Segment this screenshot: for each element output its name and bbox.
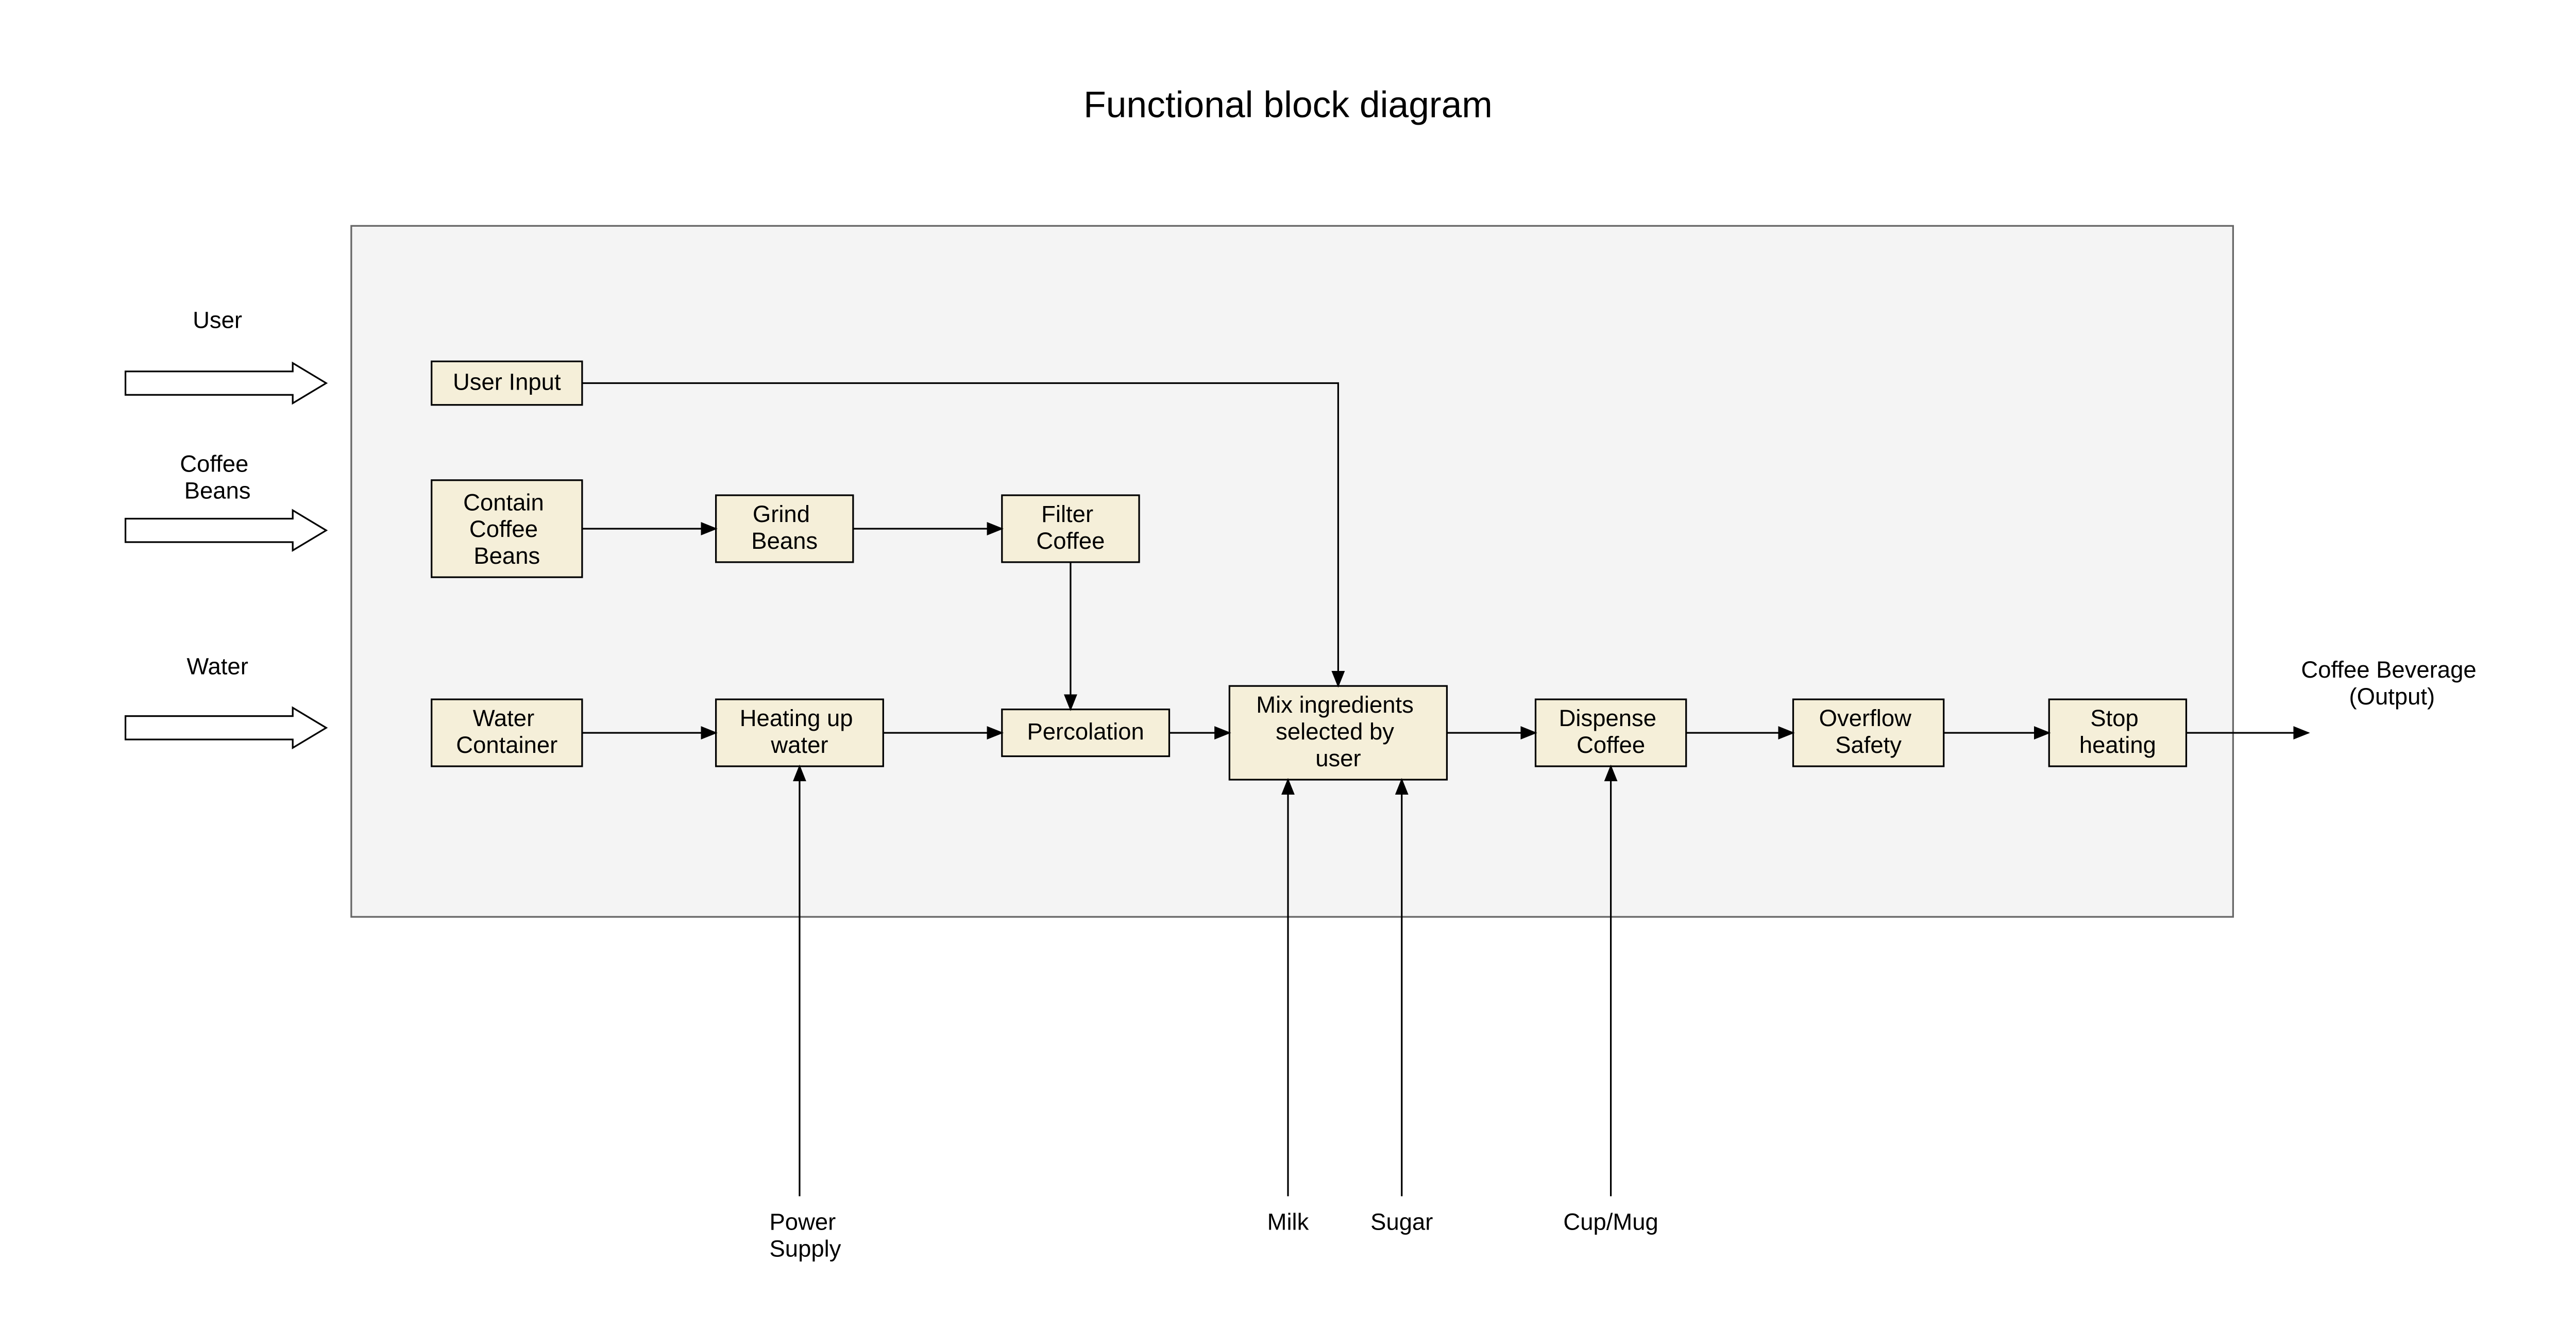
- block-filter-coffee-label: Filter Coffee: [1036, 501, 1105, 554]
- input-sugar-label: Sugar: [1370, 1208, 1433, 1235]
- input-user-label: User: [193, 307, 242, 333]
- system-boundary: [351, 226, 2233, 917]
- output-label: Coffee Beverage (Output): [2301, 657, 2483, 710]
- input-water-label: Water: [187, 653, 248, 679]
- input-power-label: Power Supply: [770, 1208, 842, 1261]
- input-user-arrow: [126, 363, 327, 403]
- block-user-input-label: User Input: [453, 368, 561, 395]
- input-coffee-beans-arrow: [126, 510, 327, 550]
- block-percolation-label: Percolation: [1027, 718, 1144, 745]
- input-water-arrow: [126, 708, 327, 748]
- block-grind-beans-label: Grind Beans: [751, 501, 818, 554]
- input-cup-label: Cup/Mug: [1563, 1208, 1658, 1235]
- input-coffee-beans-label: Coffee Beans: [180, 451, 255, 504]
- diagram-canvas: Functional block diagram User Coffee Bea…: [0, 0, 2576, 1322]
- diagram-title: Functional block diagram: [1083, 84, 1493, 125]
- block-stop-heating-label: Stop heating: [2079, 705, 2156, 758]
- input-milk-label: Milk: [1267, 1208, 1309, 1235]
- block-contain-beans-label: Contain Coffee Beans: [463, 489, 550, 569]
